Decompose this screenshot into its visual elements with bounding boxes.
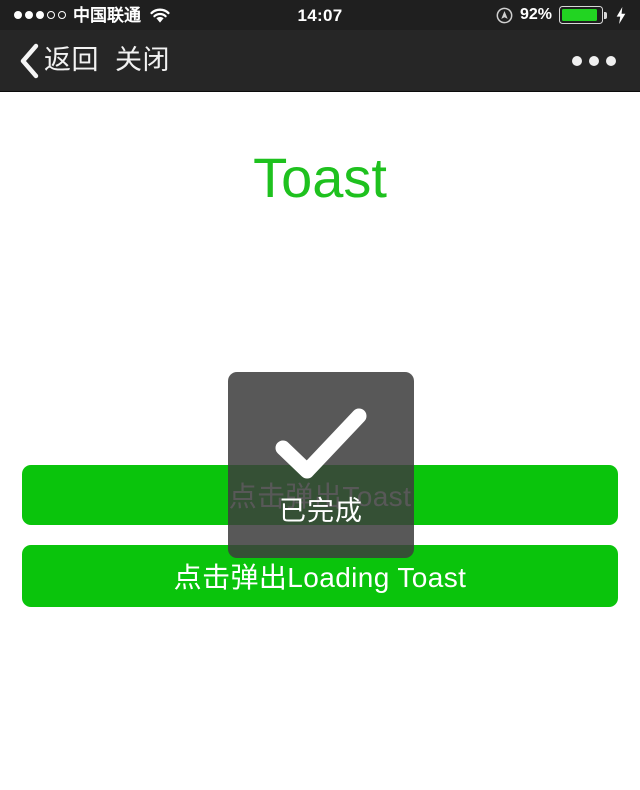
close-button[interactable]: 关闭: [115, 47, 170, 74]
battery-icon: [559, 6, 608, 24]
page-title: Toast: [253, 146, 387, 209]
more-horizontal-icon[interactable]: [572, 55, 616, 66]
navigation-bar-left: 返回 关闭: [18, 43, 170, 79]
phone-screen: 中国联通 14:07 92% 返回 关闭 Toast 点击弹出Loading T…: [0, 0, 640, 790]
status-bar-left: 中国联通: [14, 7, 298, 24]
toast-message: 已完成: [279, 496, 363, 526]
page-content: Toast 点击弹出Toast 点击弹出Loading Toast 已完成: [0, 92, 640, 790]
chevron-left-icon[interactable]: [18, 43, 40, 79]
status-bar-right: 92%: [343, 6, 627, 24]
carrier-label: 中国联通: [73, 5, 141, 25]
check-mark-icon: [273, 408, 369, 482]
signal-strength-icon: [14, 11, 66, 19]
status-bar: 中国联通 14:07 92%: [0, 0, 640, 30]
location-services-icon: [496, 7, 513, 24]
toast-overlay: 已完成: [228, 372, 414, 558]
clock-label: 14:07: [297, 5, 343, 25]
status-bar-center: 14:07: [298, 7, 343, 24]
wifi-icon: [149, 7, 171, 24]
lightning-bolt-icon: [616, 6, 626, 24]
back-button[interactable]: 返回: [44, 47, 99, 74]
navigation-bar: 返回 关闭: [0, 30, 640, 92]
battery-percent-label: 92%: [519, 6, 553, 23]
